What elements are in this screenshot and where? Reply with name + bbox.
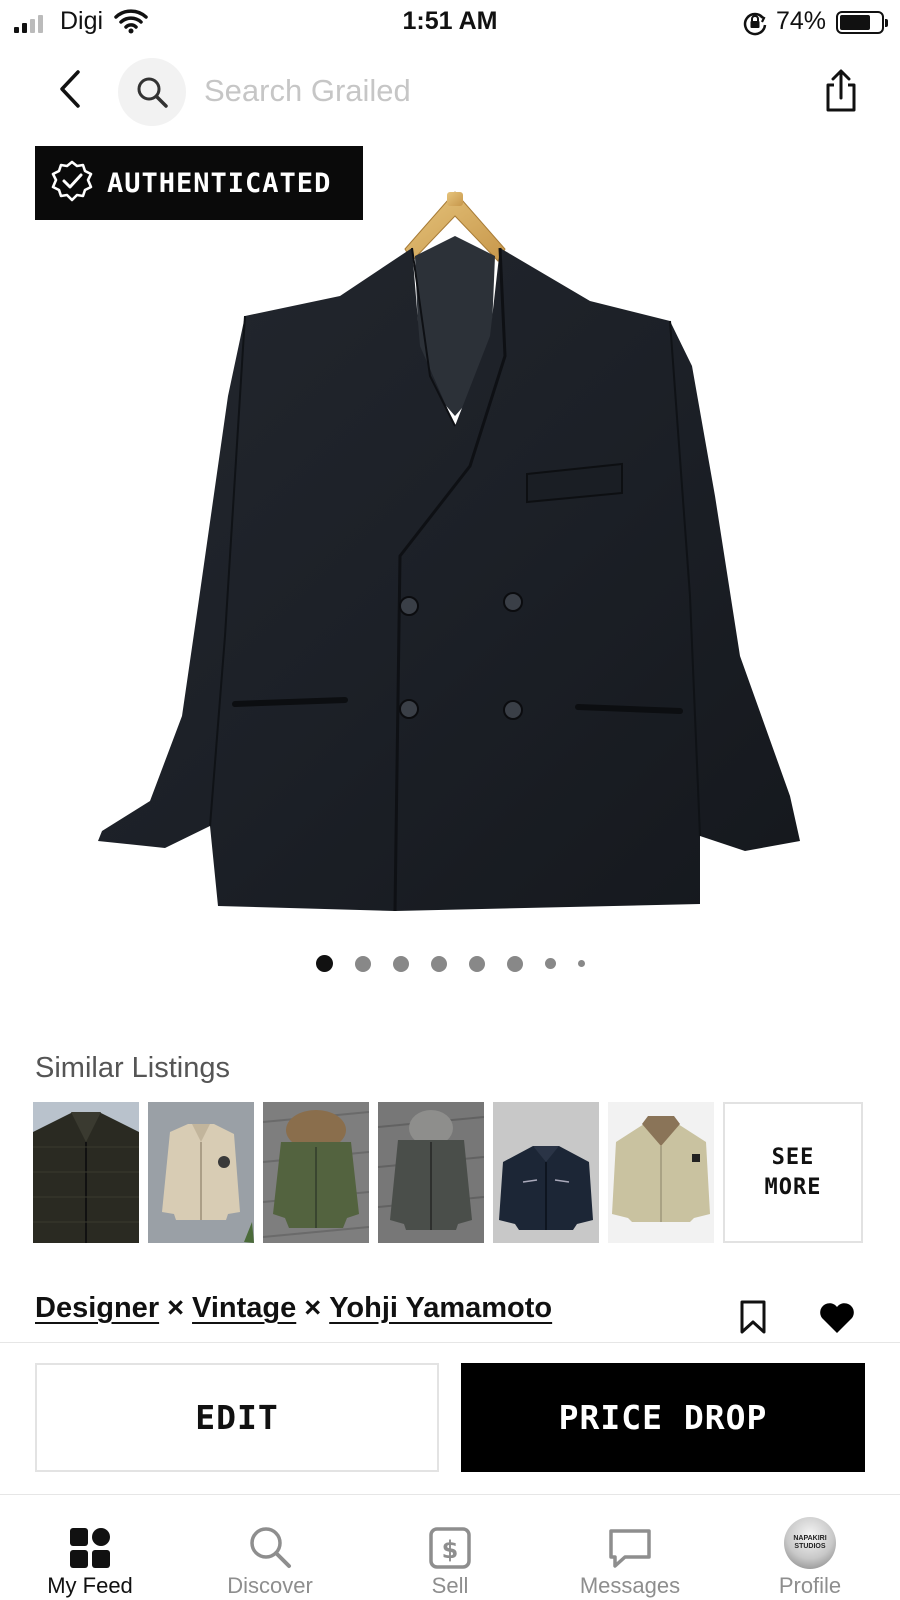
tab-label: Sell [431,1573,469,1598]
designer-breadcrumb: Designer × Vintage × Yohji Yamamoto [35,1292,552,1325]
tab-bar: My Feed Discover $ Sell Messages NAPAKIR… [0,1494,900,1600]
tab-sell[interactable]: $ Sell [360,1495,540,1600]
tab-label: Discover [227,1573,313,1598]
jacket-photo [98,191,800,912]
similar-listings-title: Similar Listings [35,1052,230,1084]
carousel-dots[interactable] [0,955,900,972]
tab-label: Profile [778,1573,842,1598]
carousel-dot[interactable] [468,955,485,972]
carousel-dot[interactable] [392,955,409,972]
designer-link[interactable]: Vintage [192,1292,296,1325]
similar-listings-row: SEE MORE [33,1102,863,1243]
svg-text:$: $ [442,1536,459,1564]
similar-listing-thumbnail[interactable] [263,1102,369,1243]
designer-link[interactable]: Designer [35,1292,159,1325]
listing-screen: Digi 1:51 AM 74% Search Grailed AUTHENTI… [0,0,900,1600]
similar-listing-thumbnail[interactable] [608,1102,714,1243]
tab-my-feed[interactable]: My Feed [0,1495,180,1600]
carousel-dot[interactable] [506,955,523,972]
verified-seal-icon [51,160,93,207]
tab-label: My Feed [47,1573,133,1598]
similar-listing-thumbnail[interactable] [378,1102,484,1243]
search-icon[interactable] [118,58,186,126]
avatar: NAPAKIRI STUDIOS [784,1517,836,1569]
similar-listing-thumbnail[interactable] [148,1102,254,1243]
see-more-button[interactable]: SEE MORE [723,1102,863,1243]
search-input[interactable] [204,68,764,114]
designer-link[interactable]: Yohji Yamamoto [329,1292,552,1325]
heart-icon[interactable] [818,1301,856,1340]
battery-percent: 74% [776,7,827,35]
tab-label: Messages [579,1573,681,1598]
search-icon [248,1509,292,1569]
carousel-dot[interactable] [315,955,333,972]
tab-messages[interactable]: Messages [540,1495,720,1600]
designer-separator: × [304,1292,322,1324]
product-image[interactable] [0,136,900,946]
dollar-tag-icon: $ [429,1509,471,1569]
designer-separator: × [167,1292,185,1324]
status-bar: Digi 1:51 AM 74% [0,0,900,46]
back-chevron-icon[interactable] [52,66,88,112]
authenticated-label: AUTHENTICATED [107,167,332,199]
similar-listing-thumbnail[interactable] [493,1102,599,1243]
tab-discover[interactable]: Discover [180,1495,360,1600]
price-drop-button[interactable]: PRICE DROP [461,1363,865,1472]
edit-button[interactable]: EDIT [35,1363,439,1472]
share-icon[interactable] [820,66,862,116]
carousel-dot[interactable] [354,955,371,972]
battery-icon [836,11,888,34]
feed-grid-icon [69,1509,111,1569]
bookmark-icon[interactable] [738,1300,768,1339]
orientation-lock-icon [742,10,768,41]
tab-profile[interactable]: NAPAKIRI STUDIOS Profile [720,1495,900,1600]
authenticated-badge: AUTHENTICATED [35,146,363,220]
carousel-dot[interactable] [544,958,556,969]
carousel-dot[interactable] [577,960,585,967]
carousel-dot[interactable] [430,955,447,972]
chat-bubble-icon [607,1509,653,1569]
similar-listing-thumbnail[interactable] [33,1102,139,1243]
